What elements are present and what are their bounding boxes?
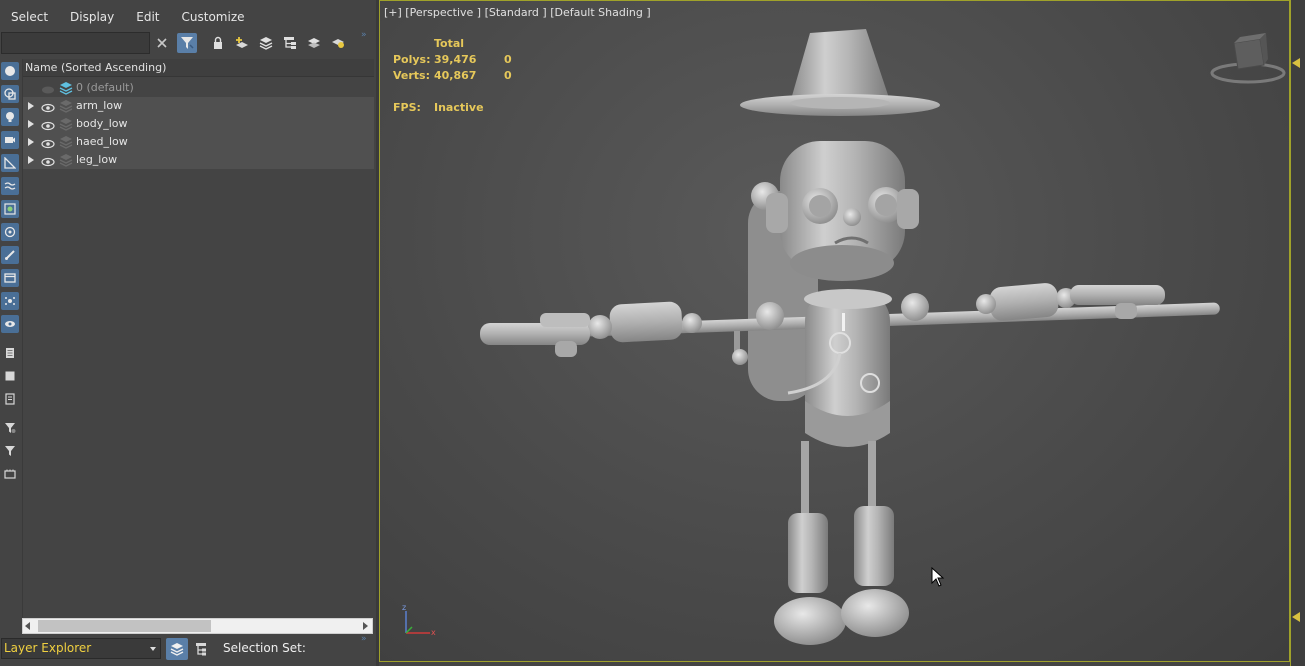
app-window: Select Display Edit Customize » Name (So…	[0, 0, 1305, 666]
lock-icon[interactable]	[208, 33, 228, 53]
robot-model	[480, 29, 1220, 645]
layer-icon	[59, 153, 73, 167]
display-children-icon[interactable]	[1, 344, 19, 362]
filter-groups-icon[interactable]	[1, 200, 19, 218]
axis-x-label: x	[431, 628, 436, 637]
eye-visible-icon[interactable]	[41, 137, 55, 149]
search-input[interactable]	[1, 32, 150, 54]
display-references-icon[interactable]	[1, 367, 19, 385]
stats-total-header: Total	[434, 37, 465, 50]
menu-select[interactable]: Select	[0, 6, 59, 28]
scrollbar-thumb[interactable]	[38, 620, 211, 632]
expand-arrow-icon[interactable]	[28, 156, 34, 164]
stats-polys-selected: 0	[504, 53, 512, 66]
layer-name: body_low	[76, 117, 128, 130]
new-layer-icon[interactable]	[232, 33, 252, 53]
filter-helpers-icon[interactable]	[1, 154, 19, 172]
menu-customize[interactable]: Customize	[171, 6, 256, 28]
stats-polys-label: Polys:	[393, 53, 431, 66]
mouse-cursor-icon	[931, 567, 945, 587]
display-filter-strip	[0, 60, 20, 630]
expand-arrow-icon[interactable]	[28, 138, 34, 146]
viewcube-icon[interactable]	[1208, 33, 1288, 88]
filter-funnel-icon[interactable]	[1, 442, 19, 460]
sort-by-layers-button[interactable]	[166, 638, 188, 660]
layer-name: arm_low	[76, 99, 123, 112]
explorer-menubar: Select Display Edit Customize	[0, 6, 256, 28]
expand-arrow-icon[interactable]	[28, 120, 34, 128]
axis-z-label: z	[402, 603, 406, 612]
filter-bones-icon[interactable]	[1, 246, 19, 264]
filter-shapes-icon[interactable]	[1, 85, 19, 103]
add-to-layer-icon[interactable]	[256, 33, 276, 53]
filter-icon[interactable]	[177, 33, 197, 53]
layers-stack-icon[interactable]	[304, 33, 324, 53]
filter-visible-icon[interactable]	[1, 315, 19, 333]
stats-verts-selected: 0	[504, 69, 512, 82]
scroll-right-icon[interactable]	[363, 622, 368, 630]
perspective-viewport[interactable]: [+] [Perspective ] [Standard ] [Default …	[379, 0, 1290, 662]
viewport-label-menu[interactable]: [+] [Perspective ] [Standard ] [Default …	[384, 6, 651, 19]
layer-icon	[59, 135, 73, 149]
explorer-bottom-bar: Layer Explorer Selection Set:	[0, 636, 376, 662]
filter-spacewarps-icon[interactable]	[1, 177, 19, 195]
eye-visible-icon[interactable]	[41, 119, 55, 131]
layer-row-leg-low[interactable]: leg_low	[23, 151, 374, 169]
display-layers-icon[interactable]	[1, 390, 19, 408]
explorer-type-dropdown[interactable]: Layer Explorer	[1, 638, 161, 659]
hierarchy-icon[interactable]	[280, 33, 300, 53]
expand-arrow-icon[interactable]	[28, 102, 34, 110]
filter-geometry-icon[interactable]	[1, 62, 19, 80]
panel-overflow-icon[interactable]: »	[361, 634, 367, 644]
eye-visible-icon[interactable]	[41, 101, 55, 113]
layer-name: 0 (default)	[76, 81, 134, 94]
layer-row-default[interactable]: 0 (default)	[23, 79, 374, 97]
horizontal-scrollbar[interactable]	[22, 618, 373, 634]
clear-icon[interactable]	[152, 33, 172, 53]
selection-set-label: Selection Set:	[223, 641, 306, 655]
filter-cameras-icon[interactable]	[1, 131, 19, 149]
eye-hidden-icon[interactable]	[41, 83, 55, 94]
stats-polys-value: 39,476	[434, 53, 477, 66]
filter-settings-icon[interactable]	[1, 419, 19, 437]
marker-arrow-icon[interactable]	[1292, 58, 1300, 68]
menu-edit[interactable]: Edit	[125, 6, 170, 28]
column-header-name[interactable]: Name (Sorted Ascending)	[23, 59, 374, 77]
layer-list: Name (Sorted Ascending) 0 (default) arm_…	[22, 59, 374, 635]
menu-display[interactable]: Display	[59, 6, 125, 28]
scroll-left-icon[interactable]	[25, 622, 30, 630]
layer-row-body-low[interactable]: body_low	[23, 115, 374, 133]
toolbar-overflow-icon[interactable]: »	[361, 30, 367, 40]
axis-tripod-icon: z x	[402, 603, 436, 637]
filter-toggle-icon[interactable]	[1, 465, 19, 483]
filter-containers-icon[interactable]	[1, 269, 19, 287]
marker-arrow-icon[interactable]	[1292, 612, 1300, 622]
stats-fps-value: Inactive	[434, 101, 484, 114]
stats-fps-label: FPS:	[393, 101, 421, 114]
layer-name: haed_low	[76, 135, 128, 148]
stats-verts-label: Verts:	[393, 69, 431, 82]
filter-lights-icon[interactable]	[1, 108, 19, 126]
layer-row-arm-low[interactable]: arm_low	[23, 97, 374, 115]
filter-xrefs-icon[interactable]	[1, 223, 19, 241]
filter-particles-icon[interactable]	[1, 292, 19, 310]
explorer-type-value: Layer Explorer	[4, 641, 92, 655]
scene-explorer-panel: Select Display Edit Customize » Name (So…	[0, 0, 376, 666]
eye-visible-icon[interactable]	[41, 155, 55, 167]
explorer-toolbar	[0, 30, 376, 56]
stats-verts-value: 40,867	[434, 69, 477, 82]
layer-name: leg_low	[76, 153, 118, 166]
highlight-icon[interactable]	[328, 33, 348, 53]
time-slider-edge	[1290, 0, 1305, 666]
layer-icon	[59, 117, 73, 131]
chevron-down-icon	[150, 647, 156, 651]
layer-row-haed-low[interactable]: haed_low	[23, 133, 374, 151]
sort-by-hierarchy-icon[interactable]	[192, 640, 210, 658]
active-layer-icon	[59, 81, 73, 95]
layer-icon	[59, 99, 73, 113]
